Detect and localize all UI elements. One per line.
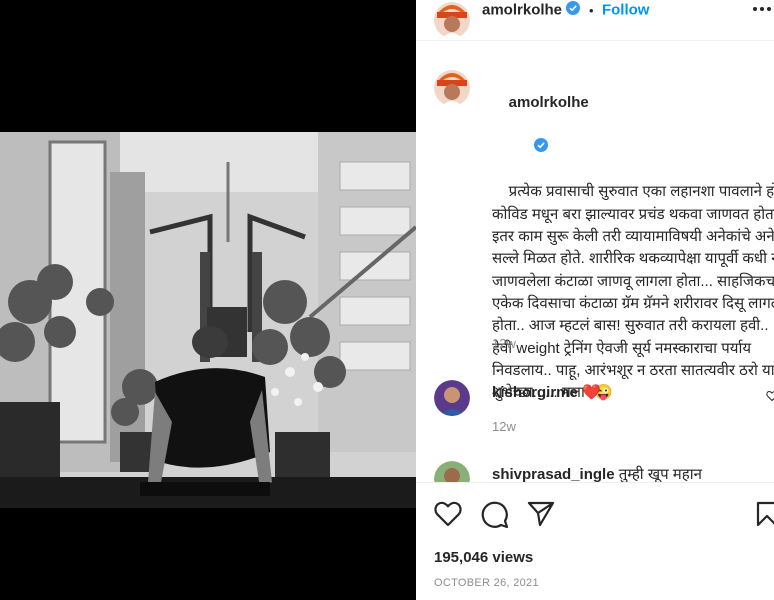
comment-username[interactable]: shivprasad_ingle	[492, 466, 615, 483]
comment-text: ❤️	[582, 384, 601, 401]
post-caption: amolrkolhe प्रत्येक प्रवासाची सुरुवात एक…	[492, 70, 774, 427]
comment-item: shivprasad_ingle तुम्ही खूप महान	[492, 464, 702, 484]
workout-photo	[0, 132, 416, 508]
caption-username[interactable]: amolrkolhe	[509, 94, 589, 111]
comment-avatar[interactable]	[434, 380, 470, 416]
verified-badge-icon	[509, 115, 548, 182]
caption-time[interactable]: 12w	[492, 336, 516, 351]
share-icon[interactable]	[527, 501, 555, 532]
caption-text: प्रत्येक प्रवासाची सुरुवात एका लहानशा पा…	[492, 183, 774, 402]
verified-badge-icon	[566, 1, 581, 20]
post-video[interactable]	[0, 132, 416, 508]
comment-item: kishorgirme ❤️	[492, 383, 601, 401]
comment-text: तुम्ही खूप महान	[618, 466, 702, 483]
post-header: amolrkolhe • Follow	[416, 0, 774, 41]
author-avatar[interactable]	[434, 2, 470, 38]
caption-avatar[interactable]	[434, 70, 470, 106]
bookmark-icon[interactable]	[756, 501, 774, 532]
view-count[interactable]: 195,046 views	[434, 549, 533, 566]
comment-time[interactable]: 12w	[492, 419, 516, 434]
post-date[interactable]: OCTOBER 26, 2021	[434, 577, 539, 589]
post-media[interactable]	[0, 0, 416, 600]
comment-icon[interactable]	[481, 501, 509, 534]
comment-username[interactable]: kishorgirme	[492, 384, 578, 401]
author-username[interactable]: amolrkolhe	[482, 2, 562, 19]
follow-button[interactable]: Follow	[602, 2, 650, 19]
heart-icon[interactable]	[434, 501, 462, 532]
separator-dot: •	[588, 2, 594, 18]
comment-like-icon[interactable]	[766, 389, 774, 407]
post-panel: amolrkolhe • Follow amolrkolhe प्रत्येक …	[416, 0, 774, 600]
action-bar: 195,046 views OCTOBER 26, 2021	[416, 482, 774, 600]
more-options-icon[interactable]	[752, 2, 772, 21]
